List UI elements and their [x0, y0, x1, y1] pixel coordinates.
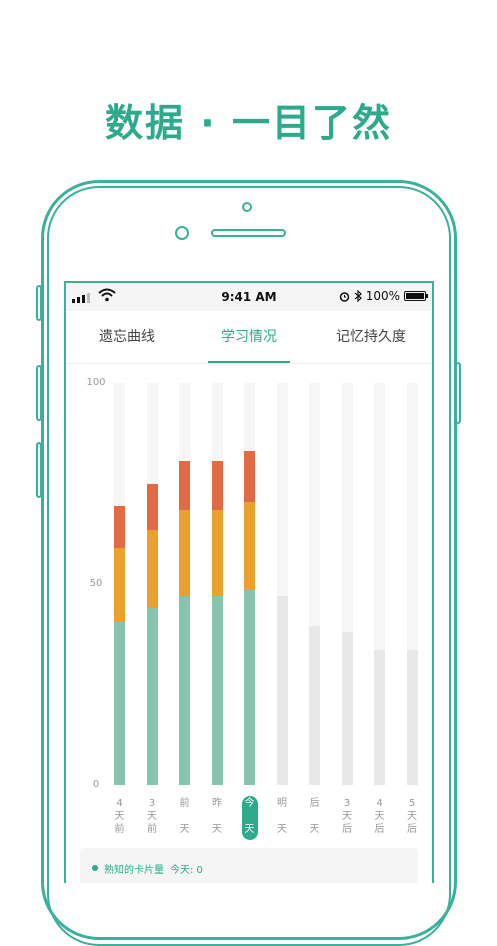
- x-tick-label: 前 天: [179, 798, 190, 835]
- x-tick-label: 今 天: [244, 798, 255, 835]
- bar-segment[interactable]: [114, 622, 125, 785]
- alarm-icon: [339, 291, 349, 302]
- x-tick-label: 昨 天: [212, 798, 222, 835]
- sensor: [175, 226, 189, 240]
- bar-segment[interactable]: [244, 501, 255, 591]
- battery-icon: [404, 291, 428, 301]
- mute-switch: [36, 285, 42, 321]
- phone-screen: 9:41 AM 100% 遗忘曲线 学习情况 记忆持久度 100 50 0 4天…: [64, 281, 434, 883]
- legend-today-count: 今天: 0: [170, 864, 203, 876]
- volume-down-button: [36, 442, 42, 498]
- bluetooth-icon: [354, 290, 362, 302]
- x-tick-label: 3天前: [147, 798, 157, 835]
- bar-segment[interactable]: [179, 461, 190, 510]
- x-tick-label: 3天后: [342, 798, 352, 835]
- battery-percent: 100%: [365, 289, 400, 303]
- bar-segment[interactable]: [211, 509, 223, 597]
- x-tick-label: 5天后: [407, 798, 417, 835]
- bar-segment[interactable]: [211, 596, 223, 785]
- y-tick-label: 50: [89, 578, 103, 589]
- bar-segment[interactable]: [309, 626, 320, 785]
- x-tick-label: 4天前: [114, 798, 125, 835]
- legend-label: 熟知的卡片量: [104, 864, 164, 876]
- bar-segment[interactable]: [179, 596, 190, 785]
- bar-segment[interactable]: [211, 461, 223, 510]
- bar-segment[interactable]: [341, 632, 353, 785]
- power-button: [455, 362, 461, 424]
- bar-segment[interactable]: [244, 451, 255, 502]
- bar-segment[interactable]: [146, 483, 158, 530]
- legend: 熟知的卡片量 今天: 0: [80, 848, 418, 883]
- bar-segment[interactable]: [406, 650, 418, 785]
- y-tick-label: 100: [86, 377, 106, 388]
- tab-forgetting-curve[interactable]: 遗忘曲线: [66, 311, 188, 363]
- tab-memory-duration[interactable]: 记忆持久度: [310, 311, 432, 363]
- y-tick-label: 0: [92, 779, 100, 790]
- bar-segment[interactable]: [244, 590, 255, 785]
- camera: [242, 202, 252, 212]
- bar-segment[interactable]: [114, 547, 125, 623]
- speaker: [211, 229, 286, 237]
- bar-segment[interactable]: [374, 650, 385, 785]
- bar-segment[interactable]: [146, 608, 158, 785]
- study-chart: 100 50 0 4天前 3天前 前 天 昨 天 今 天 明 天 后 天 3天后 4天后 5天后: [66, 363, 432, 843]
- headline: 数据 · 一目了然: [105, 101, 392, 145]
- bar-segment[interactable]: [276, 596, 288, 785]
- bar-segment[interactable]: [114, 505, 125, 548]
- volume-up-button: [36, 365, 42, 421]
- tab-study-status[interactable]: 学习情况: [188, 311, 310, 363]
- bar-segment[interactable]: [179, 509, 190, 597]
- tab-bar: 遗忘曲线 学习情况 记忆持久度: [66, 311, 432, 364]
- bar-segment[interactable]: [146, 529, 158, 609]
- legend-dot: [92, 865, 98, 871]
- status-bar: 9:41 AM 100%: [66, 283, 432, 311]
- x-tick-label: 明 天: [277, 798, 287, 835]
- x-tick-label: 4天后: [374, 798, 385, 835]
- x-tick-label: 后 天: [309, 798, 320, 835]
